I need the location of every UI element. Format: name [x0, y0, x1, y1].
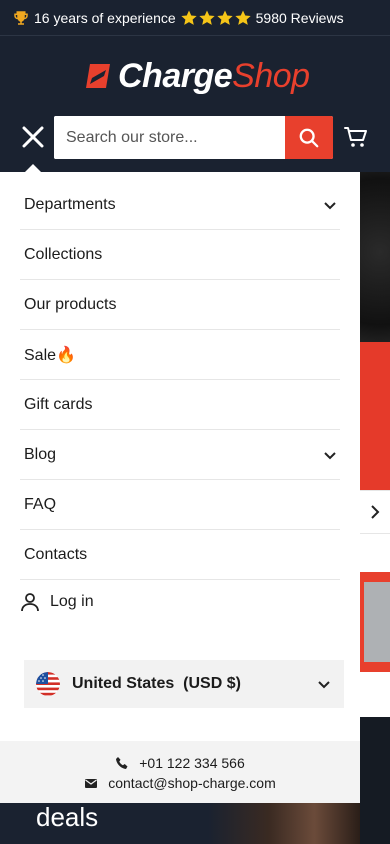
cart-icon[interactable]	[344, 126, 368, 148]
site-header: ChargeShop	[0, 36, 390, 172]
email-text: contact@shop-charge.com	[108, 775, 276, 791]
menu-item-label: Collections	[24, 245, 103, 263]
close-menu-icon[interactable]	[20, 124, 46, 150]
carousel-next-button[interactable]	[360, 490, 390, 534]
deals-photo	[208, 800, 360, 844]
star-icon	[234, 10, 251, 25]
chevron-down-icon[interactable]	[322, 447, 338, 463]
chevron-down-icon[interactable]	[322, 197, 338, 213]
menu-item-label: FAQ	[24, 495, 57, 513]
trophy-icon	[14, 10, 28, 25]
menu-item-sale[interactable]: Sale🔥	[20, 330, 340, 380]
menu-item-label: Sale🔥	[24, 346, 76, 364]
reviews-link[interactable]: 5980 Reviews	[256, 10, 344, 26]
product-image-device	[364, 582, 390, 662]
deals-banner[interactable]: deals	[12, 800, 360, 844]
search-button[interactable]	[285, 116, 333, 159]
menu-item-gift-cards[interactable]: Gift cards	[20, 380, 340, 430]
country-label: United States (USD $)	[72, 675, 241, 692]
menu-item-blog[interactable]: Blog	[20, 430, 340, 480]
menu-item-our-products[interactable]: Our products	[20, 280, 340, 330]
menu-item-departments[interactable]: Departments	[20, 180, 340, 230]
star-icon	[180, 10, 197, 25]
hero-image-red	[360, 342, 390, 492]
search-bar	[54, 116, 333, 159]
user-icon	[21, 593, 39, 612]
phone-icon	[116, 757, 128, 769]
background-page	[360, 172, 390, 844]
contact-phone[interactable]: +01 122 334 566	[0, 755, 360, 771]
experience-text: 16 years of experience	[34, 9, 176, 26]
menu-item-contacts[interactable]: Contacts	[20, 530, 340, 580]
logo-text-primary: Charge	[118, 56, 233, 95]
us-flag-icon	[36, 672, 60, 696]
menu-item-label: Departments	[24, 195, 116, 213]
contact-email[interactable]: contact@shop-charge.com	[0, 775, 360, 791]
chevron-down-icon	[318, 681, 330, 689]
product-image	[360, 572, 390, 672]
search-input[interactable]	[54, 116, 285, 159]
login-link[interactable]: Log in	[20, 590, 94, 614]
contact-info: +01 122 334 566 contact@shop-charge.com	[0, 741, 360, 803]
menu-item-faq[interactable]: FAQ	[20, 480, 340, 530]
menu-item-collections[interactable]: Collections	[20, 230, 340, 280]
star-icon	[198, 10, 215, 25]
announcement-bar: 16 years of experience 5980 Reviews	[0, 0, 390, 36]
menu-list: Departments Collections Our products Sal…	[20, 180, 340, 580]
chevron-right-icon	[371, 505, 380, 519]
menu-item-label: Blog	[24, 445, 57, 463]
mail-icon	[85, 779, 98, 788]
deals-text: deals	[36, 802, 99, 832]
logo[interactable]: ChargeShop	[84, 56, 310, 96]
logo-text-secondary: Shop	[232, 56, 310, 95]
menu-item-label: Contacts	[24, 545, 88, 563]
country-selector[interactable]: United States (USD $)	[24, 660, 344, 708]
phone-text: +01 122 334 566	[139, 755, 245, 771]
menu-item-label: Our products	[24, 295, 117, 313]
star-icon	[216, 10, 233, 25]
menu-item-label: Gift cards	[24, 395, 93, 413]
logo-mark-icon	[86, 64, 110, 88]
search-icon	[299, 128, 319, 147]
login-label: Log in	[50, 593, 94, 610]
rating-stars	[180, 9, 252, 27]
promo-banner	[360, 717, 390, 844]
menu-drawer: Departments Collections Our products Sal…	[0, 172, 360, 803]
